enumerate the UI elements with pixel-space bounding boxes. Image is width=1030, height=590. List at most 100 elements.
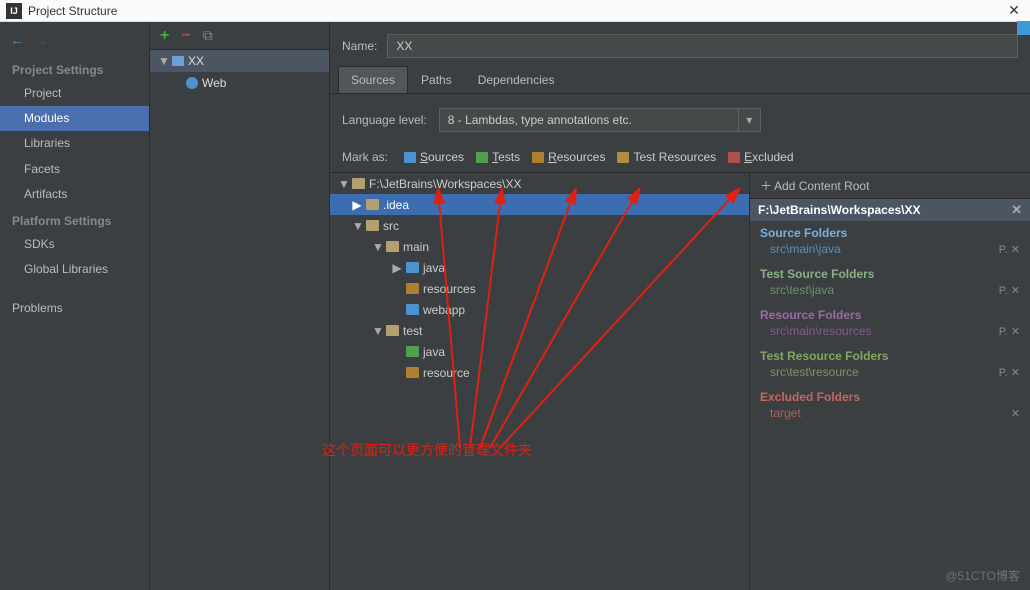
mark-tests[interactable]: Tests [476, 150, 520, 164]
path-actions[interactable]: P. ✕ [999, 243, 1020, 256]
app-icon: IJ [6, 3, 22, 19]
resources-icon [532, 152, 544, 163]
remove-module-icon[interactable]: − [181, 27, 190, 45]
highlight-decoration [1017, 21, 1030, 35]
folder-icon [386, 325, 399, 336]
cat-test-resource-folders: Test Resource Folders [750, 344, 1030, 364]
content-root-path: F:\JetBrains\Workspaces\XX [758, 203, 921, 217]
path-actions[interactable]: P. ✕ [999, 366, 1020, 379]
module-tree: + − ⧉ ▼ XX Web [150, 22, 330, 590]
folder-icon [406, 346, 419, 357]
path-testresource[interactable]: src\test\resourceP. ✕ [750, 364, 1030, 385]
folder-icon [406, 304, 419, 315]
content-split: ▼F:\JetBrains\Workspaces\XX ▶.idea ▼src … [330, 172, 1030, 590]
folder-icon [352, 178, 365, 189]
module-root[interactable]: ▼ XX [150, 50, 329, 72]
ft-test-resource[interactable]: ▶resource [330, 362, 749, 383]
lang-label: Language level: [342, 113, 427, 127]
folder-icon [366, 220, 379, 231]
cat-test-source-folders: Test Source Folders [750, 262, 1030, 282]
nav-back-icon[interactable]: ← [10, 32, 24, 48]
folder-icon [406, 367, 419, 378]
chevron-down-icon[interactable]: ▾ [739, 108, 761, 132]
sidebar-item-modules[interactable]: Modules [0, 106, 149, 131]
mark-excluded[interactable]: Excluded [728, 150, 793, 164]
folder-icon [366, 199, 379, 210]
path-actions[interactable]: P. ✕ [999, 284, 1020, 297]
arrow-icon[interactable]: ▶ [392, 261, 402, 275]
close-icon[interactable]: ✕ [1004, 2, 1024, 20]
ft-test-java[interactable]: ▶java [330, 341, 749, 362]
copy-module-icon[interactable]: ⧉ [203, 27, 213, 44]
cat-source-folders: Source Folders [750, 221, 1030, 241]
module-toolbar: + − ⧉ [150, 22, 329, 50]
name-label: Name: [342, 39, 377, 53]
cat-resource-folders: Resource Folders [750, 303, 1030, 323]
content-root-header[interactable]: F:\JetBrains\Workspaces\XX ✕ [750, 199, 1030, 221]
main-panel: Name: Sources Paths Dependencies Languag… [330, 22, 1030, 590]
folder-icon [406, 283, 419, 294]
name-input[interactable] [387, 34, 1018, 58]
sidebar-item-project[interactable]: Project [0, 81, 149, 106]
module-web[interactable]: Web [150, 72, 329, 94]
sidebar-item-sdks[interactable]: SDKs [0, 232, 149, 257]
mark-row: Mark as: Sources Tests Resources Test Re… [330, 146, 1030, 172]
ft-main[interactable]: ▼main [330, 236, 749, 257]
sidebar-item-libraries[interactable]: Libraries [0, 131, 149, 156]
mark-label: Mark as: [342, 150, 388, 164]
mark-sources[interactable]: Sources [404, 150, 464, 164]
module-web-label: Web [202, 76, 226, 90]
sidebar-heading-platform: Platform Settings [0, 207, 149, 232]
ft-idea[interactable]: ▶.idea [330, 194, 749, 215]
tab-paths[interactable]: Paths [408, 66, 465, 93]
ft-main-webapp[interactable]: ▶webapp [330, 299, 749, 320]
arrow-icon[interactable]: ▶ [352, 198, 362, 212]
tab-sources[interactable]: Sources [338, 66, 408, 93]
sidebar-heading-project: Project Settings [0, 56, 149, 81]
ft-main-java[interactable]: ▶java [330, 257, 749, 278]
sidebar-item-artifacts[interactable]: Artifacts [0, 182, 149, 207]
add-content-root[interactable]: ＋Add Content Root [750, 173, 1030, 199]
titlebar: IJ Project Structure ✕ [0, 0, 1030, 22]
cat-excluded-folders: Excluded Folders [750, 385, 1030, 405]
tabs: Sources Paths Dependencies [330, 66, 1030, 94]
excluded-icon [728, 152, 740, 163]
lang-row: Language level: 8 - Lambdas, type annota… [330, 94, 1030, 146]
tab-dependencies[interactable]: Dependencies [465, 66, 568, 93]
path-excluded[interactable]: target✕ [750, 405, 1030, 426]
folder-icon [386, 241, 399, 252]
remove-root-icon[interactable]: ✕ [1011, 202, 1022, 218]
lang-value: 8 - Lambdas, type annotations etc. [439, 108, 739, 132]
arrow-icon[interactable]: ▼ [352, 219, 362, 233]
tests-icon [476, 152, 488, 163]
sidebar-item-problems[interactable]: Problems [0, 296, 149, 321]
path-testsource[interactable]: src\test\javaP. ✕ [750, 282, 1030, 303]
expand-icon[interactable]: ▼ [158, 54, 168, 68]
arrow-icon[interactable]: ▼ [372, 324, 382, 338]
ft-src[interactable]: ▼src [330, 215, 749, 236]
content-roots: ＋Add Content Root F:\JetBrains\Workspace… [750, 173, 1030, 590]
path-resource[interactable]: src\main\resourcesP. ✕ [750, 323, 1030, 344]
add-module-icon[interactable]: + [160, 27, 169, 45]
module-root-label: XX [188, 54, 204, 68]
sidebar-item-facets[interactable]: Facets [0, 157, 149, 182]
ft-main-resources[interactable]: ▶resources [330, 278, 749, 299]
nav-forward-icon[interactable]: → [34, 32, 48, 48]
path-source[interactable]: src\main\javaP. ✕ [750, 241, 1030, 262]
sources-icon [404, 152, 416, 163]
ft-root[interactable]: ▼F:\JetBrains\Workspaces\XX [330, 173, 749, 194]
mark-test-resources[interactable]: Test Resources [617, 150, 716, 164]
sidebar: ← → Project Settings Project Modules Lib… [0, 22, 150, 590]
path-actions[interactable]: P. ✕ [999, 325, 1020, 338]
path-actions[interactable]: ✕ [1011, 407, 1020, 420]
mark-resources[interactable]: Resources [532, 150, 605, 164]
file-tree: ▼F:\JetBrains\Workspaces\XX ▶.idea ▼src … [330, 173, 750, 590]
sidebar-item-global-libraries[interactable]: Global Libraries [0, 257, 149, 282]
module-icon [172, 56, 184, 66]
ft-test[interactable]: ▼test [330, 320, 749, 341]
lang-select[interactable]: 8 - Lambdas, type annotations etc. ▾ [439, 108, 761, 132]
arrow-icon[interactable]: ▼ [372, 240, 382, 254]
arrow-icon[interactable]: ▼ [338, 177, 348, 191]
test-resources-icon [617, 152, 629, 163]
app-body: ← → Project Settings Project Modules Lib… [0, 22, 1030, 590]
